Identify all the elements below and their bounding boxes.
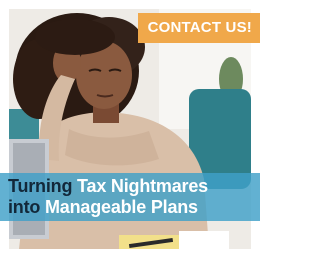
headline-line2-dark: into	[8, 197, 45, 217]
contact-us-button[interactable]: CONTACT US!	[137, 13, 260, 43]
headline-line-2: into Manageable Plans	[8, 197, 252, 218]
headline-line1-light: Tax Nightmares	[77, 176, 208, 196]
headline-line1-dark: Turning	[8, 176, 78, 196]
ad-banner[interactable]: CONTACT US! Turning Tax Nightmares into …	[0, 0, 260, 257]
headline-line-1: Turning Tax Nightmares	[8, 176, 252, 197]
headline-band: Turning Tax Nightmares into Manageable P…	[0, 173, 260, 221]
headline-line2-light: Manageable Plans	[45, 197, 198, 217]
